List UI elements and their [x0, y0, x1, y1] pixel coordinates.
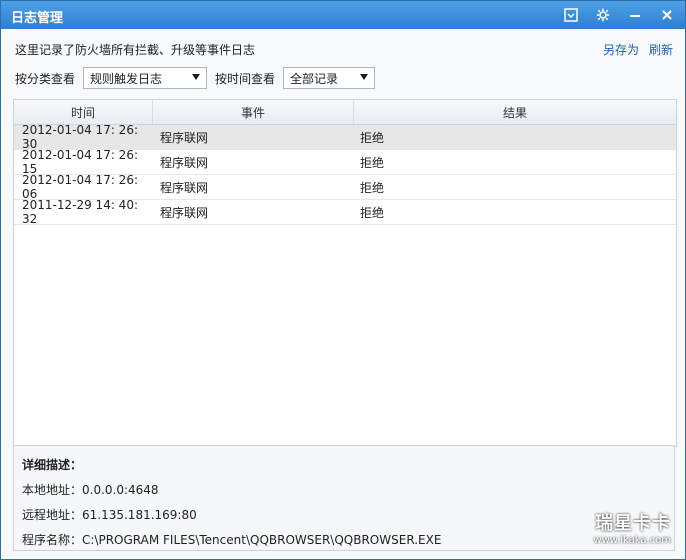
time-selected-value: 全部记录 — [290, 71, 339, 86]
cell-time: 2012-01-04 17: 26: 15 — [22, 148, 138, 176]
watermark-logo: 瑞星卡卡 www.ikaka.com — [551, 509, 671, 549]
column-header-event[interactable]: 事件 — [153, 100, 354, 124]
gear-icon[interactable] — [591, 5, 615, 25]
column-header-time[interactable]: 时间 — [14, 100, 153, 124]
time-select[interactable]: 全部记录 — [283, 67, 376, 89]
category-selected-value: 规则触发日志 — [90, 71, 163, 86]
page-description: 这里记录了防火墙所有拦截、升级等事件日志 — [15, 43, 256, 57]
minimize-icon[interactable] — [623, 5, 647, 25]
table-row[interactable]: 2012-01-04 17: 26: 06 程序联网 拒绝 — [14, 173, 676, 201]
category-filter-label: 按分类查看 — [15, 71, 76, 86]
cell-event: 程序联网 — [160, 205, 209, 220]
save-as-link[interactable]: 另存为 — [603, 41, 639, 58]
table-header: 时间 事件 结果 — [14, 100, 676, 125]
column-header-result[interactable]: 结果 — [354, 100, 676, 124]
table-row[interactable]: 2012-01-04 17: 26: 15 程序联网 拒绝 — [14, 148, 676, 176]
detail-title: 详细描述： — [22, 458, 83, 472]
watermark-main: 瑞星卡卡 — [595, 513, 671, 534]
cell-result: 拒绝 — [360, 155, 385, 170]
cell-time: 2011-12-29 14: 40: 32 — [22, 198, 138, 226]
watermark-sub: www.ikaka.com — [593, 535, 671, 546]
time-filter-label: 按时间查看 — [215, 71, 276, 86]
close-icon[interactable] — [655, 5, 679, 25]
log-management-window: 日志管理 这里记录了防火墙所有拦截、升级等事件日志 另存为 刷新 按分类查看 规… — [0, 0, 686, 560]
menu-icon[interactable] — [559, 5, 583, 25]
chevron-down-icon — [192, 74, 201, 80]
category-select[interactable]: 规则触发日志 — [83, 67, 208, 89]
cell-result: 拒绝 — [360, 180, 385, 195]
table-row[interactable]: 2012-01-04 17: 26: 30 程序联网 拒绝 — [14, 123, 676, 151]
refresh-link[interactable]: 刷新 — [649, 41, 673, 58]
filter-bar: 按分类查看 规则触发日志 按时间查看 全部记录 — [15, 67, 376, 89]
cell-result: 拒绝 — [360, 130, 385, 145]
cell-time: 2012-01-04 17: 26: 06 — [22, 173, 138, 201]
title-bar-controls — [559, 5, 679, 25]
local-address: 本地地址：0.0.0.0:4648 — [22, 483, 159, 497]
cell-event: 程序联网 — [160, 155, 209, 170]
cell-event: 程序联网 — [160, 130, 209, 145]
window-title: 日志管理 — [11, 11, 64, 26]
cell-time: 2012-01-04 17: 26: 30 — [22, 123, 138, 151]
cell-result: 拒绝 — [360, 205, 385, 220]
title-bar[interactable]: 日志管理 — [1, 1, 685, 29]
log-table: 时间 事件 结果 2012-01-04 17: 26: 30 程序联网 拒绝 2… — [13, 99, 677, 447]
table-row[interactable]: 2011-12-29 14: 40: 32 程序联网 拒绝 — [14, 198, 676, 226]
cell-event: 程序联网 — [160, 180, 209, 195]
header-actions: 另存为 刷新 — [603, 41, 673, 58]
chevron-down-icon — [360, 74, 369, 80]
content-area: 这里记录了防火墙所有拦截、升级等事件日志 另存为 刷新 按分类查看 规则触发日志… — [1, 29, 685, 559]
